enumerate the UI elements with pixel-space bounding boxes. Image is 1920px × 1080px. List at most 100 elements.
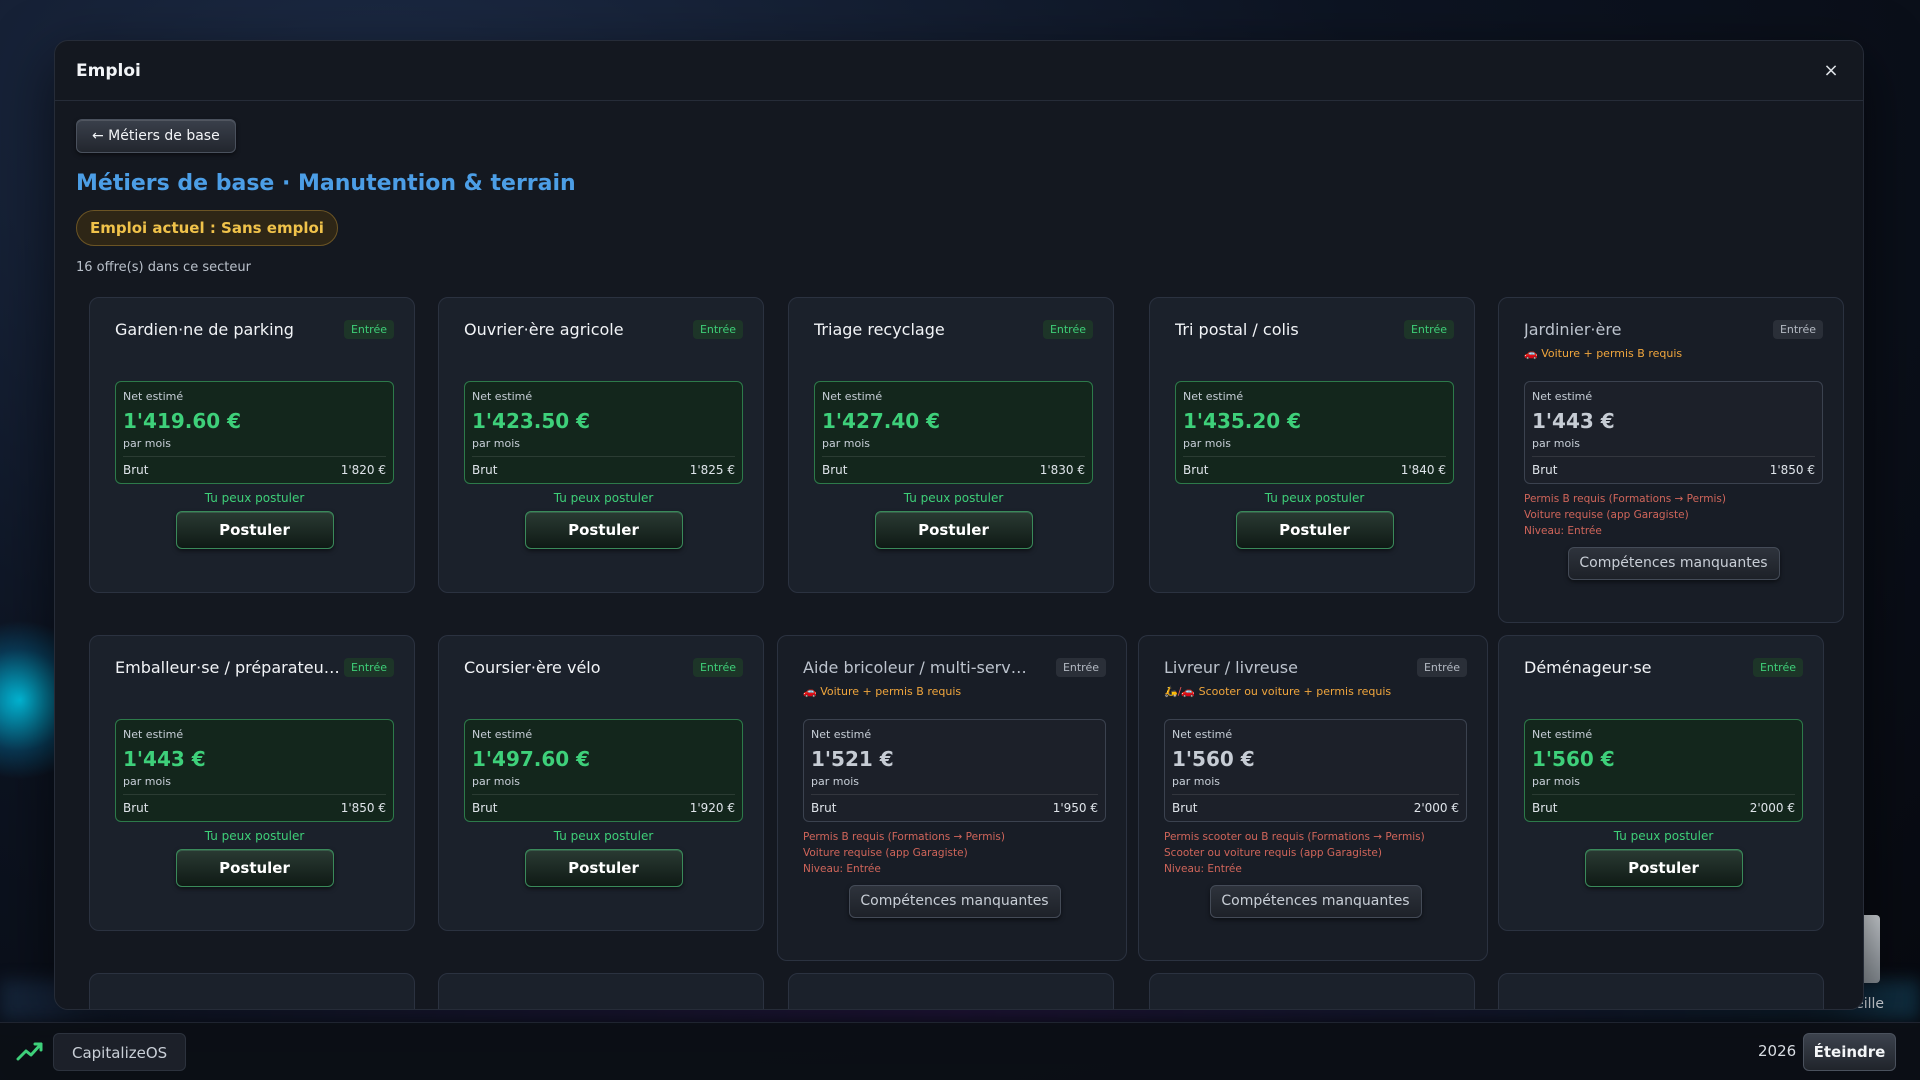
job-requirement: 🛵/🚗 Scooter ou voiture + permis requis	[1164, 685, 1467, 699]
apply-button[interactable]: Postuler	[1235, 511, 1394, 549]
brut-salary: 1'840 €	[1400, 463, 1446, 477]
job-card-header: Ouvrier·ère agricole Entrée	[464, 320, 743, 339]
missing-item: Niveau: Entrée	[803, 863, 881, 875]
salary-box: Net estimé 1'497.60 € par mois Brut 1'92…	[464, 719, 743, 822]
job-card: Coursier·ère vélo Entrée Net estimé 1'49…	[438, 635, 764, 931]
net-salary: 1'443 €	[123, 747, 206, 771]
per-month-label: par mois	[811, 775, 859, 788]
brut-label: Brut	[1532, 801, 1558, 815]
can-apply-text: Tu peux postuler	[553, 491, 654, 505]
net-label: Net estimé	[1172, 728, 1233, 741]
taskbar-app-capitalizeos[interactable]: CapitalizeOS	[53, 1033, 187, 1071]
net-label: Net estimé	[1532, 728, 1593, 741]
job-card: Emballeur·se / préparateur·... Entrée Ne…	[89, 635, 415, 931]
salary-box: Net estimé 1'435.20 € par mois Brut 1'84…	[1175, 381, 1454, 484]
brut-row: Brut 1'920 €	[472, 794, 735, 815]
requirement-text: Voiture + permis B requis	[820, 685, 962, 698]
can-apply-text: Tu peux postuler	[204, 829, 305, 843]
job-title: Tri postal / colis	[1175, 320, 1299, 339]
brut-label: Brut	[1183, 463, 1209, 477]
per-month-label: par mois	[822, 437, 870, 450]
window-title: Emploi	[76, 60, 141, 81]
missing-item: Permis B requis (Formations → Permis)	[1524, 493, 1726, 505]
brut-label: Brut	[472, 463, 498, 477]
job-card-header: Emballeur·se / préparateur·... Entrée	[115, 658, 394, 677]
job-requirement	[1524, 685, 1803, 699]
missing-skills-button[interactable]: Compétences manquantes	[1209, 885, 1422, 918]
can-apply-text: Tu peux postuler	[903, 491, 1004, 505]
job-card: Aide bricoleur / multi-services Entrée 🚗…	[777, 635, 1127, 961]
level-badge: Entrée	[1772, 320, 1823, 339]
job-title: Aide bricoleur / multi-services	[803, 658, 1028, 677]
net-label: Net estimé	[472, 728, 533, 741]
apply-button[interactable]: Postuler	[175, 849, 334, 887]
per-month-label: par mois	[472, 437, 520, 450]
missing-skills-button[interactable]: Compétences manquantes	[1567, 547, 1780, 580]
level-badge: Entrée	[343, 320, 394, 339]
job-card: Déménageur·se Entrée Net estimé 1'560 € …	[1498, 635, 1824, 931]
net-salary: 1'427.40 €	[822, 409, 941, 433]
can-apply-text: Tu peux postuler	[553, 829, 654, 843]
emploi-window: Emploi × ← Métiers de base Métiers de ba…	[54, 40, 1864, 1010]
job-requirement: 🚗 Voiture + permis B requis	[1524, 347, 1823, 361]
brut-salary: 1'825 €	[689, 463, 735, 477]
level-badge: Entrée	[692, 658, 743, 677]
net-salary: 1'560 €	[1172, 747, 1255, 771]
missing-item: Scooter ou voiture requis (app Garagiste…	[1164, 847, 1382, 859]
back-button[interactable]: ← Métiers de base	[76, 119, 236, 153]
job-title: Coursier·ère vélo	[464, 658, 601, 677]
taskbar: CapitalizeOS 2026 Éteindre	[0, 1022, 1920, 1080]
current-job-badge: Emploi actuel : Sans emploi	[76, 210, 338, 246]
job-card-partial	[438, 973, 764, 1009]
window-titlebar[interactable]: Emploi ×	[55, 41, 1863, 101]
missing-item: Niveau: Entrée	[1524, 525, 1602, 537]
can-apply-text: Tu peux postuler	[204, 491, 305, 505]
apply-button[interactable]: Postuler	[1584, 849, 1743, 887]
page-title: Métiers de base · Manutention & terrain	[76, 171, 576, 196]
can-apply-text: Tu peux postuler	[1613, 829, 1714, 843]
brut-row: Brut 1'950 €	[811, 794, 1098, 815]
apply-button[interactable]: Postuler	[524, 849, 683, 887]
missing-requirements: Permis scooter ou B requis (Formations →…	[1164, 829, 1467, 877]
offers-count: 16 offre(s) dans ce secteur	[76, 260, 251, 275]
job-card-partial	[788, 973, 1114, 1009]
net-salary: 1'560 €	[1532, 747, 1615, 771]
vehicle-icon: 🛵/🚗	[1164, 685, 1196, 698]
power-off-button[interactable]: Éteindre	[1803, 1033, 1896, 1071]
job-card-partial	[89, 973, 415, 1009]
apply-button[interactable]: Postuler	[175, 511, 334, 549]
apply-button[interactable]: Postuler	[524, 511, 683, 549]
salary-box: Net estimé 1'560 € par mois Brut 2'000 €	[1164, 719, 1467, 822]
close-icon[interactable]: ×	[1821, 60, 1841, 81]
apply-button[interactable]: Postuler	[874, 511, 1033, 549]
brut-label: Brut	[1172, 801, 1198, 815]
job-title: Livreur / livreuse	[1164, 658, 1298, 677]
job-requirement	[115, 347, 394, 361]
brut-row: Brut 1'840 €	[1183, 456, 1446, 477]
missing-item: Permis B requis (Formations → Permis)	[803, 831, 1005, 843]
brut-salary: 1'820 €	[340, 463, 386, 477]
brut-row: Brut 2'000 €	[1532, 794, 1795, 815]
per-month-label: par mois	[1532, 775, 1580, 788]
per-month-label: par mois	[1172, 775, 1220, 788]
requirement-text: Scooter ou voiture + permis requis	[1198, 685, 1392, 698]
brut-salary: 2'000 €	[1749, 801, 1795, 815]
job-card: Tri postal / colis Entrée Net estimé 1'4…	[1149, 297, 1475, 593]
net-salary: 1'423.50 €	[472, 409, 591, 433]
job-title: Gardien·ne de parking	[115, 320, 294, 339]
missing-skills-button[interactable]: Compétences manquantes	[848, 885, 1061, 918]
brut-salary: 1'850 €	[1769, 463, 1815, 477]
job-requirement	[464, 347, 743, 361]
job-card: Ouvrier·ère agricole Entrée Net estimé 1…	[438, 297, 764, 593]
brut-row: Brut 1'825 €	[472, 456, 735, 477]
job-requirement	[814, 347, 1093, 361]
job-title: Ouvrier·ère agricole	[464, 320, 624, 339]
missing-item: Voiture requise (app Garagiste)	[803, 847, 968, 859]
net-salary: 1'419.60 €	[123, 409, 242, 433]
job-title: Emballeur·se / préparateur·...	[115, 658, 340, 677]
chart-trend-icon[interactable]	[16, 1039, 44, 1063]
brut-salary: 1'950 €	[1052, 801, 1098, 815]
job-card-header: Coursier·ère vélo Entrée	[464, 658, 743, 677]
job-card: Triage recyclage Entrée Net estimé 1'427…	[788, 297, 1114, 593]
brut-row: Brut 1'850 €	[123, 794, 386, 815]
